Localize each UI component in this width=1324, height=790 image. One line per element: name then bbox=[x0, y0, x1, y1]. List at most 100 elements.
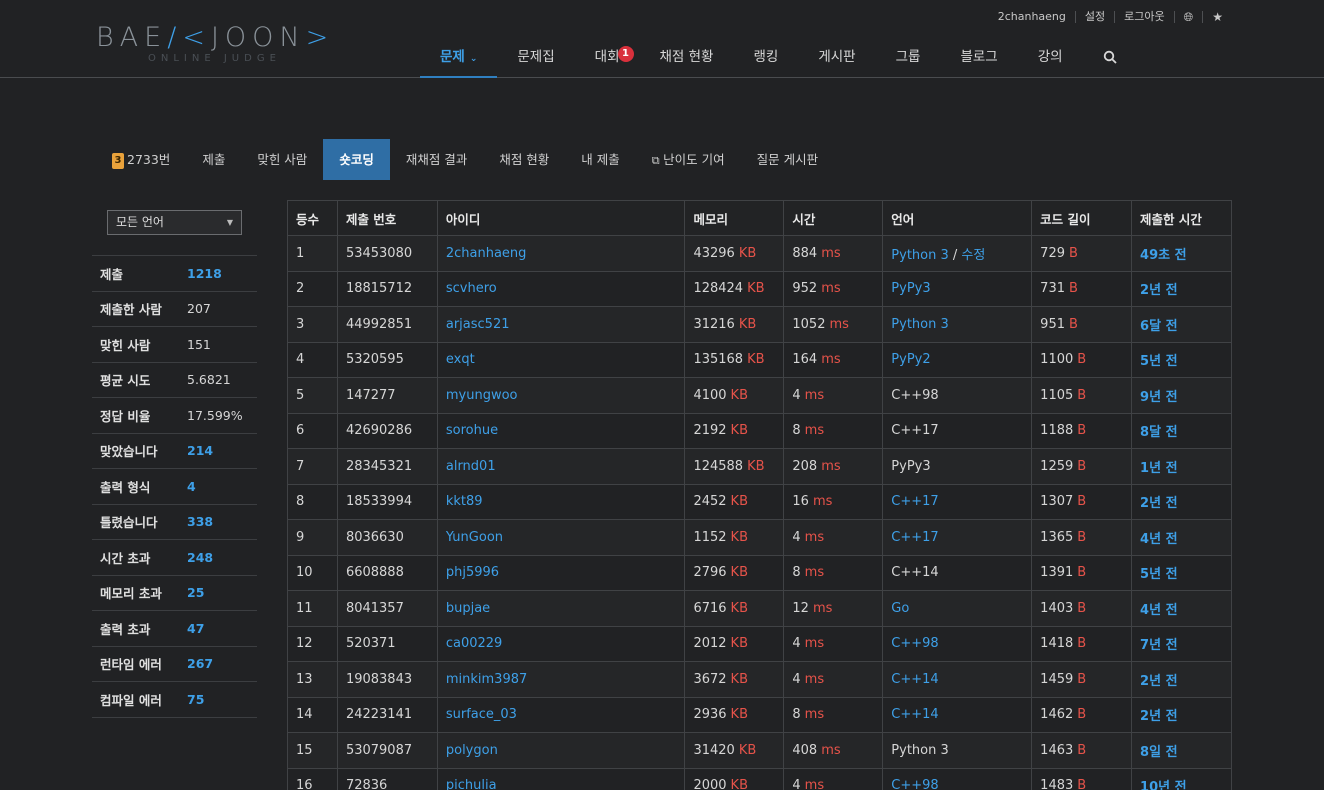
language-cell[interactable]: PyPy3 bbox=[882, 270, 1033, 307]
submitted-time-link[interactable]: 2년 전 bbox=[1131, 483, 1232, 520]
user-id-link[interactable]: sorohue bbox=[436, 412, 686, 449]
user-id-link[interactable]: myungwoo bbox=[436, 377, 686, 414]
settings-link[interactable]: 설정 bbox=[1076, 11, 1116, 23]
language-cell[interactable]: C++98 bbox=[882, 625, 1033, 662]
language-link[interactable]: C++14 bbox=[891, 707, 938, 722]
submitted-time-link[interactable]: 5년 전 bbox=[1131, 554, 1232, 591]
user-id-link[interactable]: minkim3987 bbox=[436, 661, 686, 698]
submitted-time-link[interactable]: 8달 전 bbox=[1131, 412, 1232, 449]
problem-number-tab[interactable]: 3 2733번 bbox=[96, 139, 186, 180]
submitted-time-link[interactable]: 7년 전 bbox=[1131, 625, 1232, 662]
language-cell[interactable]: C++14 bbox=[882, 696, 1033, 733]
user-id-link[interactable]: kkt89 bbox=[436, 483, 686, 520]
nav-item[interactable]: 채점 현황 bbox=[640, 36, 734, 78]
stat-value[interactable]: 4 bbox=[187, 479, 196, 494]
submitted-time-link[interactable]: 8일 전 bbox=[1131, 732, 1232, 769]
user-id-link[interactable]: bupjae bbox=[436, 590, 686, 627]
user-id-link[interactable]: phj5996 bbox=[436, 554, 686, 591]
star-icon[interactable]: ★ bbox=[1203, 11, 1232, 23]
language-link[interactable]: C++17 bbox=[891, 530, 938, 545]
user-id-link[interactable]: polygon bbox=[436, 732, 686, 769]
column-header[interactable]: 제출 번호 bbox=[336, 200, 438, 236]
language-cell[interactable]: PyPy2 bbox=[882, 341, 1033, 378]
language-cell[interactable]: Go bbox=[882, 590, 1033, 627]
stat-value[interactable]: 75 bbox=[187, 692, 204, 707]
language-filter-select[interactable]: 모든 언어 ▼ bbox=[107, 210, 242, 235]
problem-menu-item[interactable]: 질문 게시판 bbox=[741, 139, 834, 180]
submitted-time-link[interactable]: 4년 전 bbox=[1131, 519, 1232, 556]
column-header[interactable]: 코드 길이 bbox=[1031, 200, 1133, 236]
stat-value[interactable]: 47 bbox=[187, 621, 204, 636]
problem-menu-item[interactable]: ⧉ 난이도 기여 bbox=[636, 139, 741, 180]
language-cell[interactable]: C++17 bbox=[882, 519, 1033, 556]
language-link[interactable]: C++14 bbox=[891, 672, 938, 687]
time-unit: ms bbox=[812, 600, 833, 616]
submitted-time-link[interactable]: 2년 전 bbox=[1131, 661, 1232, 698]
user-id-link[interactable]: YunGoon bbox=[436, 519, 686, 556]
user-id-link[interactable]: scvhero bbox=[436, 270, 686, 307]
problem-menu-item[interactable]: 맞힌 사람 bbox=[241, 139, 323, 180]
submitted-time-link[interactable]: 2년 전 bbox=[1131, 696, 1232, 733]
user-id-link[interactable]: alrnd01 bbox=[436, 448, 686, 485]
edit-link[interactable]: 수정 bbox=[961, 248, 985, 263]
search-icon[interactable] bbox=[1083, 36, 1137, 78]
submitted-time-link[interactable]: 5년 전 bbox=[1131, 341, 1232, 378]
nav-item[interactable]: 문제 ⌄ bbox=[420, 36, 498, 78]
user-id-link[interactable]: surface_03 bbox=[436, 696, 686, 733]
submitted-time-link[interactable]: 49초 전 bbox=[1131, 235, 1232, 272]
column-header[interactable]: 등수 bbox=[287, 200, 338, 236]
submitted-time-link[interactable]: 1년 전 bbox=[1131, 448, 1232, 485]
language-link[interactable]: PyPy3 bbox=[891, 281, 930, 296]
column-header[interactable]: 언어 bbox=[882, 200, 1033, 236]
baekjoon-logo[interactable]: BAE/<JOON> ONLINE JUDGE bbox=[96, 22, 356, 66]
column-header[interactable]: 메모리 bbox=[684, 200, 785, 236]
submitted-time-link[interactable]: 6달 전 bbox=[1131, 306, 1232, 343]
language-cell[interactable]: Python 3 bbox=[882, 306, 1033, 343]
language-link[interactable]: C++98 bbox=[891, 636, 938, 651]
language-cell[interactable]: C++14 bbox=[882, 661, 1033, 698]
problem-menu-item[interactable]: 제출 bbox=[186, 139, 241, 180]
column-header[interactable]: 시간 bbox=[783, 200, 884, 236]
language-link[interactable]: Python 3 bbox=[891, 248, 948, 263]
nav-item[interactable]: 문제집 bbox=[497, 36, 574, 78]
language-link[interactable]: Go bbox=[891, 601, 909, 616]
globe-icon[interactable]: 🌐︎ bbox=[1175, 11, 1204, 23]
username-link[interactable]: 2chanhaeng bbox=[989, 11, 1076, 23]
language-cell[interactable]: Python 3 / 수정 bbox=[882, 235, 1033, 272]
nav-item[interactable]: 랭킹 bbox=[733, 36, 798, 78]
logout-link[interactable]: 로그아웃 bbox=[1115, 11, 1175, 23]
column-header[interactable]: 제출한 시간 bbox=[1131, 200, 1232, 236]
stat-value[interactable]: 1218 bbox=[187, 266, 222, 281]
column-header[interactable]: 아이디 bbox=[436, 200, 686, 236]
stat-value[interactable]: 248 bbox=[187, 550, 213, 565]
language-link[interactable]: C++17 bbox=[891, 494, 938, 509]
nav-item[interactable]: 그룹 bbox=[876, 36, 941, 78]
nav-item[interactable]: 대회 1 bbox=[575, 36, 640, 78]
user-id-link[interactable]: 2chanhaeng bbox=[436, 235, 686, 272]
language-cell[interactable]: C++98 bbox=[882, 767, 1033, 790]
nav-item[interactable]: 블로그 bbox=[940, 36, 1017, 78]
stat-value[interactable]: 214 bbox=[187, 443, 213, 458]
submitted-time-link[interactable]: 4년 전 bbox=[1131, 590, 1232, 627]
submitted-time-link[interactable]: 9년 전 bbox=[1131, 377, 1232, 414]
stat-value[interactable]: 25 bbox=[187, 585, 204, 600]
problem-menu-item[interactable]: 내 제출 bbox=[565, 139, 635, 180]
language-link[interactable]: Python 3 bbox=[891, 317, 948, 332]
problem-menu-item[interactable]: 재채점 결과 bbox=[390, 139, 483, 180]
user-id-link[interactable]: pichulia bbox=[436, 767, 686, 790]
stat-value[interactable]: 338 bbox=[187, 514, 213, 529]
problem-menu-item[interactable]: 채점 현황 bbox=[483, 139, 565, 180]
submitted-time-link[interactable]: 10년 전 bbox=[1131, 767, 1232, 790]
submitted-time-link[interactable]: 2년 전 bbox=[1131, 270, 1232, 307]
user-id-link[interactable]: arjasc521 bbox=[436, 306, 686, 343]
nav-item[interactable]: 강의 bbox=[1018, 36, 1083, 78]
nav-item[interactable]: 게시판 bbox=[798, 36, 875, 78]
language-link[interactable]: PyPy2 bbox=[891, 352, 930, 367]
user-id-link[interactable]: ca00229 bbox=[436, 625, 686, 662]
user-id-link[interactable]: exqt bbox=[436, 341, 686, 378]
language-link[interactable]: C++98 bbox=[891, 778, 938, 790]
language-cell[interactable]: C++17 bbox=[882, 483, 1033, 520]
table-header-row: 등수 제출 번호 아이디 메모리 시간 언어 코드 길이 제출한 시간 bbox=[287, 200, 1232, 236]
problem-menu-item[interactable]: 숏코딩 bbox=[323, 139, 390, 180]
stat-value[interactable]: 267 bbox=[187, 656, 213, 671]
